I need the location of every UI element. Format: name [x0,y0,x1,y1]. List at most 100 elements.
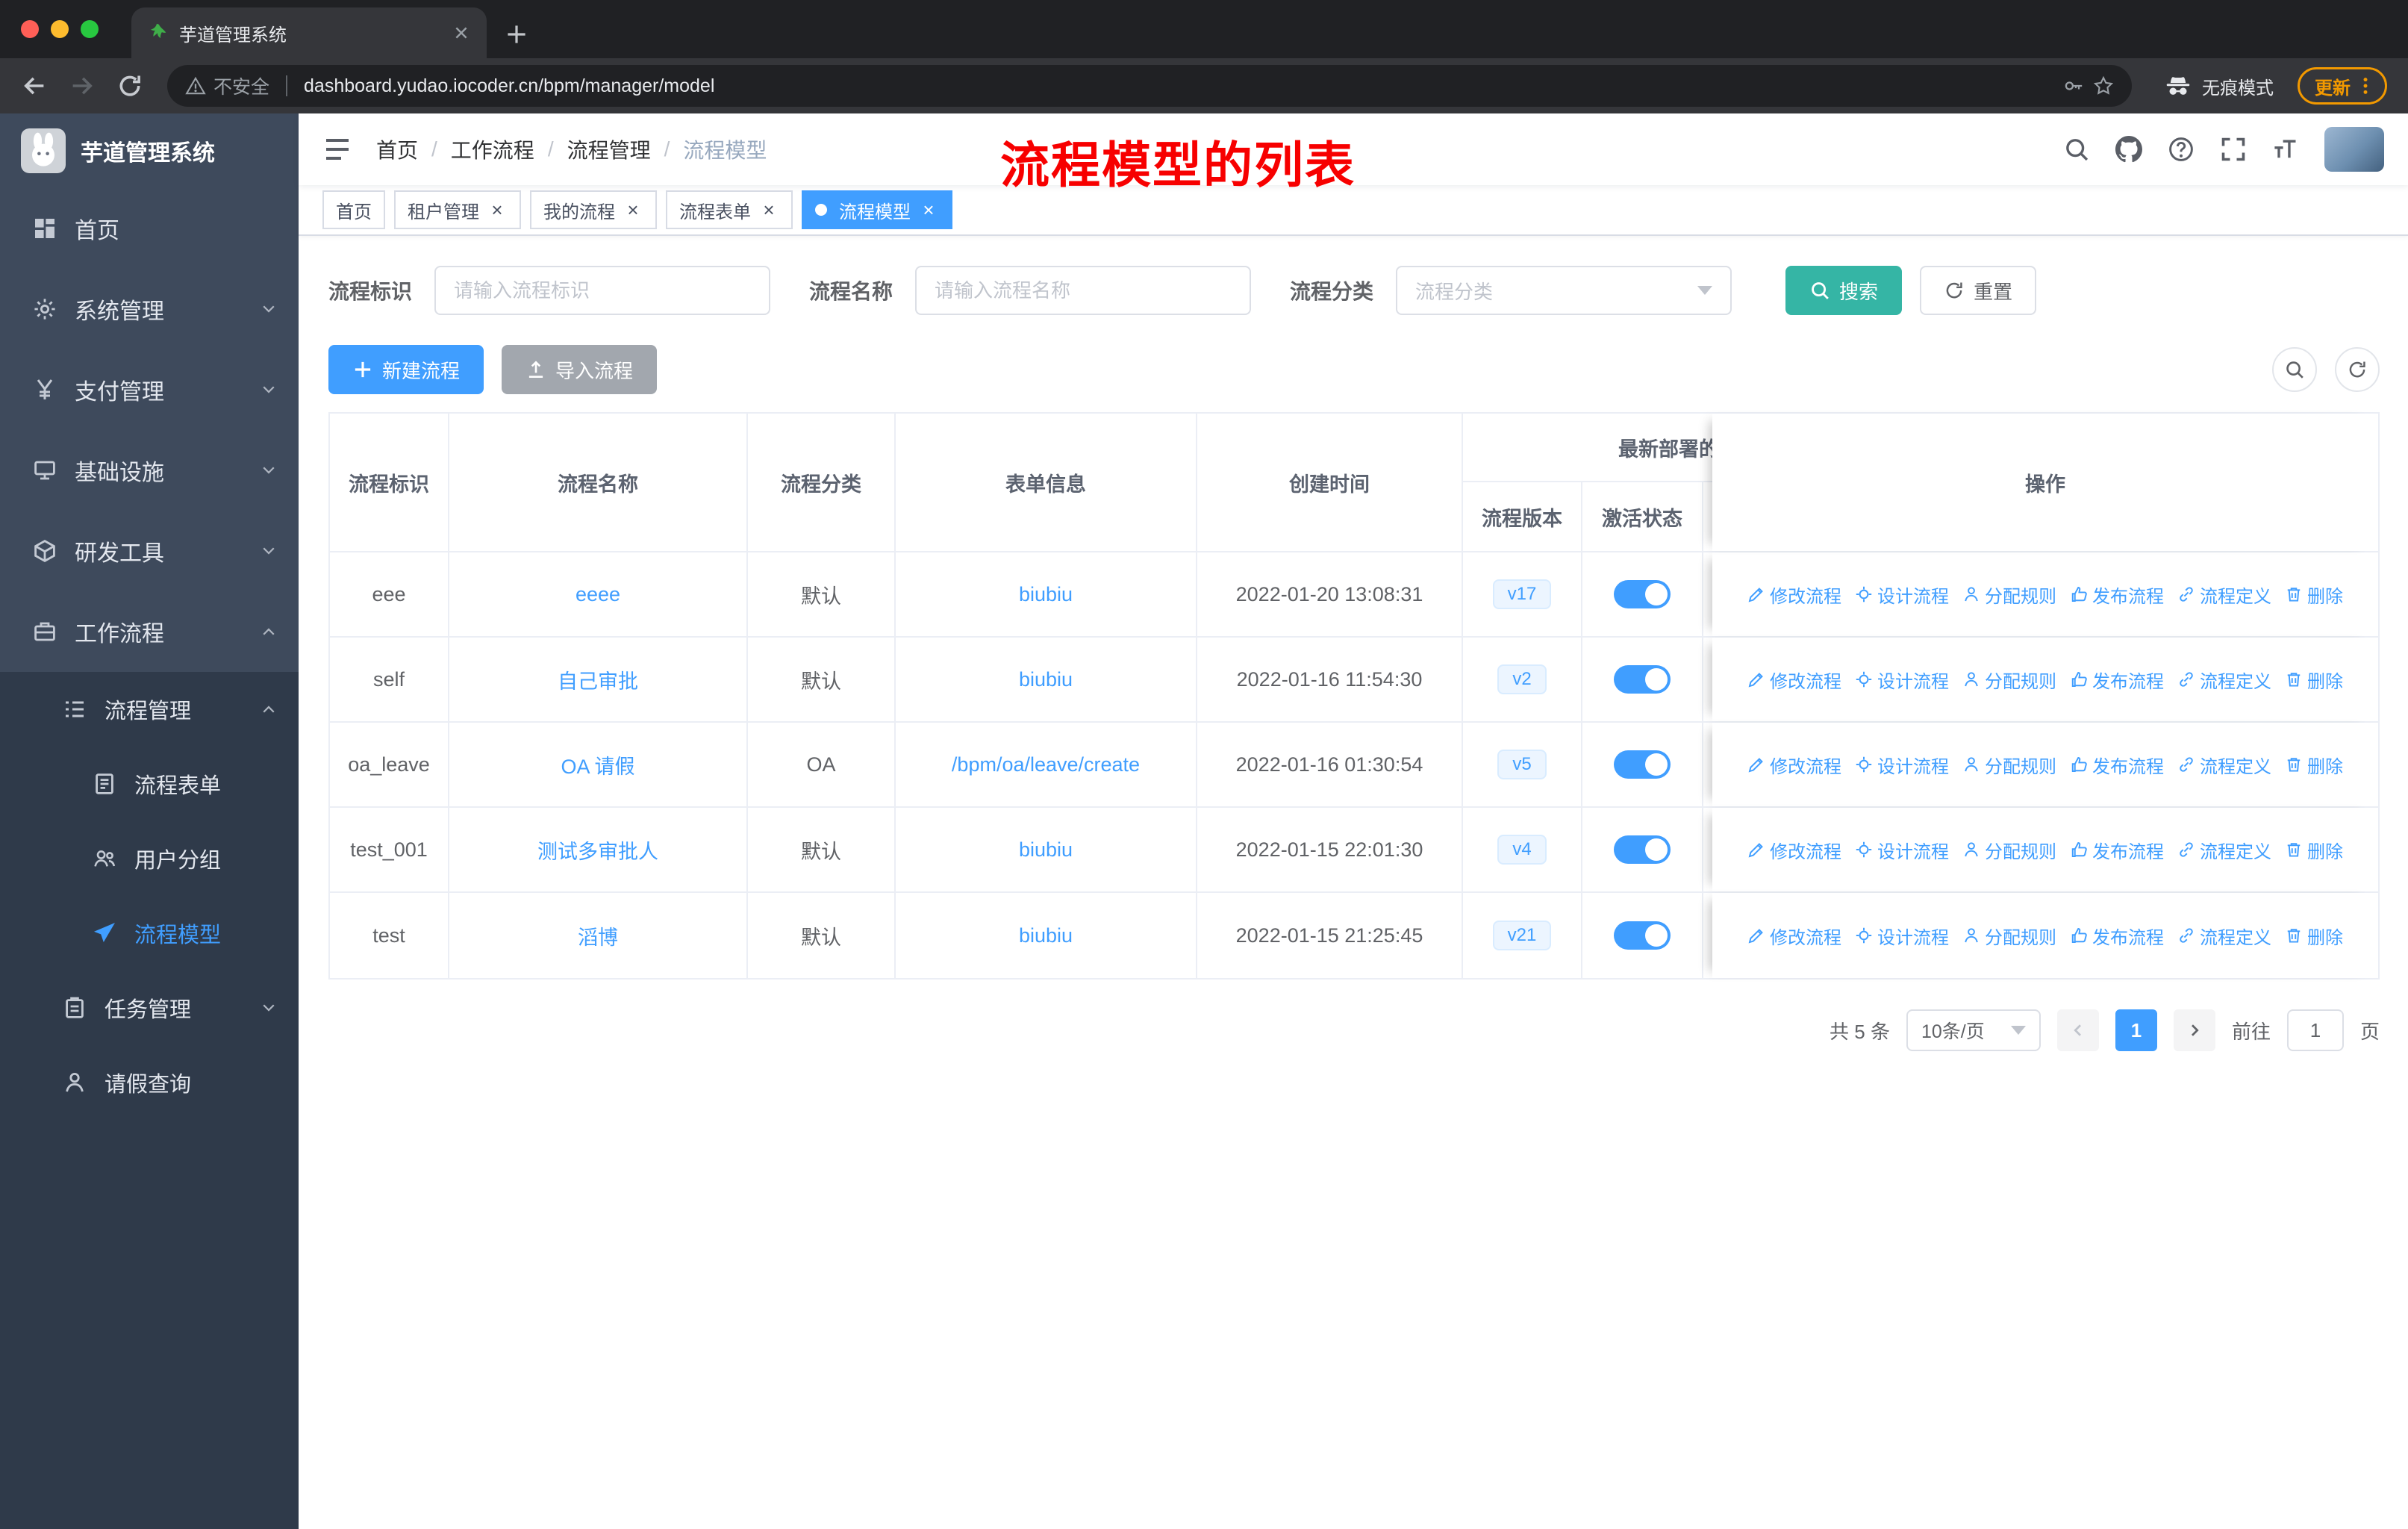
password-key-icon[interactable] [2063,75,2084,96]
breadcrumb-workflow[interactable]: 工作流程 [451,134,534,164]
tag-process-form[interactable]: 流程表单 × [666,190,793,229]
design-process-link[interactable]: 设计流程 [1855,582,1949,608]
fullscreen-icon[interactable] [2220,136,2247,163]
sidebar-item-user-group[interactable]: 用户分组 [0,821,299,896]
sidebar-item-infrastructure[interactable]: 基础设施 [0,430,299,511]
create-process-button[interactable]: 新建流程 [328,345,484,394]
publish-process-link[interactable]: 发布流程 [2070,582,2164,608]
search-button[interactable]: 搜索 [1785,266,1903,315]
current-page[interactable]: 1 [2115,1009,2157,1051]
process-definition-link[interactable]: 流程定义 [2177,752,2271,778]
close-window-button[interactable] [21,20,39,38]
reload-icon[interactable] [110,66,149,105]
form-info-link[interactable]: biubiu [1019,668,1073,691]
refresh-table-button[interactable] [2335,347,2380,392]
assign-rule-link[interactable]: 分配规则 [1962,923,2056,949]
zoom-window-button[interactable] [81,20,99,38]
minimize-window-button[interactable] [51,20,69,38]
process-key-input[interactable] [434,266,771,315]
delete-link[interactable]: 删除 [2285,923,2343,949]
sidebar-item-home[interactable]: 首页 [0,188,299,269]
process-name-link[interactable]: OA 请假 [561,750,634,779]
breadcrumb-process-manage[interactable]: 流程管理 [567,134,651,164]
new-tab-button[interactable] [505,22,528,46]
publish-process-link[interactable]: 发布流程 [2070,667,2164,693]
sidebar-item-process-form[interactable]: 流程表单 [0,747,299,821]
delete-link[interactable]: 删除 [2285,752,2343,778]
import-process-button[interactable]: 导入流程 [502,345,658,394]
tag-close-icon[interactable]: × [623,199,643,220]
delete-link[interactable]: 删除 [2285,667,2343,693]
publish-process-link[interactable]: 发布流程 [2070,752,2164,778]
page-size-select[interactable]: 10条/页 [1906,1009,2041,1051]
publish-process-link[interactable]: 发布流程 [2070,923,2164,949]
process-name-input[interactable] [915,266,1252,315]
menu-dots-icon[interactable] [2355,75,2376,96]
tag-process-model[interactable]: 流程模型 × [802,190,952,229]
font-size-icon[interactable] [2272,136,2299,163]
category-select[interactable]: 流程分类 [1396,266,1732,315]
security-chip[interactable]: 不安全 [185,72,269,99]
assign-rule-link[interactable]: 分配规则 [1962,752,2056,778]
tag-close-icon[interactable]: × [487,199,508,220]
edit-process-link[interactable]: 修改流程 [1747,923,1841,949]
goto-page-input[interactable] [2286,1009,2344,1051]
sidebar-item-system[interactable]: 系统管理 [0,269,299,349]
delete-link[interactable]: 删除 [2285,582,2343,608]
edit-process-link[interactable]: 修改流程 [1747,582,1841,608]
design-process-link[interactable]: 设计流程 [1855,752,1949,778]
url-text[interactable]: dashboard.yudao.iocoder.cn/bpm/manager/m… [304,75,2054,97]
tag-close-icon[interactable]: × [918,199,939,220]
hamburger-icon[interactable] [322,134,352,164]
user-avatar[interactable] [2324,127,2384,172]
breadcrumb-home[interactable]: 首页 [376,134,418,164]
design-process-link[interactable]: 设计流程 [1855,923,1949,949]
process-name-link[interactable]: 自己审批 [558,665,638,694]
search-icon[interactable] [2063,136,2090,163]
edit-process-link[interactable]: 修改流程 [1747,752,1841,778]
bookmark-star-icon[interactable] [2093,75,2114,96]
sidebar-item-leave-query[interactable]: 请假查询 [0,1045,299,1120]
process-name-link[interactable]: 滔博 [578,921,618,950]
sidebar-item-process-model[interactable]: 流程模型 [0,896,299,971]
tag-my-process[interactable]: 我的流程 × [530,190,657,229]
design-process-link[interactable]: 设计流程 [1855,837,1949,863]
tab-close-icon[interactable] [451,22,472,43]
active-toggle[interactable] [1614,921,1671,950]
sidebar-item-devtools[interactable]: 研发工具 [0,511,299,591]
browser-tab[interactable]: 芋道管理系统 [131,7,487,58]
search-toggle-button[interactable] [2272,347,2317,392]
tag-close-icon[interactable]: × [758,199,779,220]
active-toggle[interactable] [1614,835,1671,864]
edit-process-link[interactable]: 修改流程 [1747,837,1841,863]
github-icon[interactable] [2115,136,2142,163]
help-icon[interactable] [2168,136,2195,163]
update-button[interactable]: 更新 [2298,67,2387,105]
process-definition-link[interactable]: 流程定义 [2177,582,2271,608]
next-page-button[interactable] [2173,1009,2215,1051]
process-name-link[interactable]: 测试多审批人 [537,835,658,865]
process-definition-link[interactable]: 流程定义 [2177,923,2271,949]
active-toggle[interactable] [1614,580,1671,608]
tag-tenant-manage[interactable]: 租户管理 × [394,190,521,229]
prev-page-button[interactable] [2056,1009,2099,1051]
sidebar-item-workflow[interactable]: 工作流程 [0,591,299,672]
sidebar-item-payment[interactable]: 支付管理 [0,349,299,430]
design-process-link[interactable]: 设计流程 [1855,667,1949,693]
assign-rule-link[interactable]: 分配规则 [1962,667,2056,693]
active-toggle[interactable] [1614,750,1671,779]
active-toggle[interactable] [1614,665,1671,694]
assign-rule-link[interactable]: 分配规则 [1962,837,2056,863]
process-definition-link[interactable]: 流程定义 [2177,667,2271,693]
edit-process-link[interactable]: 修改流程 [1747,667,1841,693]
sidebar-item-process-manage[interactable]: 流程管理 [0,672,299,747]
assign-rule-link[interactable]: 分配规则 [1962,582,2056,608]
form-info-link[interactable]: biubiu [1019,583,1073,606]
tag-home[interactable]: 首页 [322,190,385,229]
forward-icon[interactable] [63,66,102,105]
form-info-link[interactable]: /bpm/oa/leave/create [952,753,1140,776]
address-bar[interactable]: 不安全 dashboard.yudao.iocoder.cn/bpm/manag… [167,65,2132,107]
back-icon[interactable] [15,66,54,105]
sidebar-item-task-manage[interactable]: 任务管理 [0,971,299,1045]
publish-process-link[interactable]: 发布流程 [2070,837,2164,863]
